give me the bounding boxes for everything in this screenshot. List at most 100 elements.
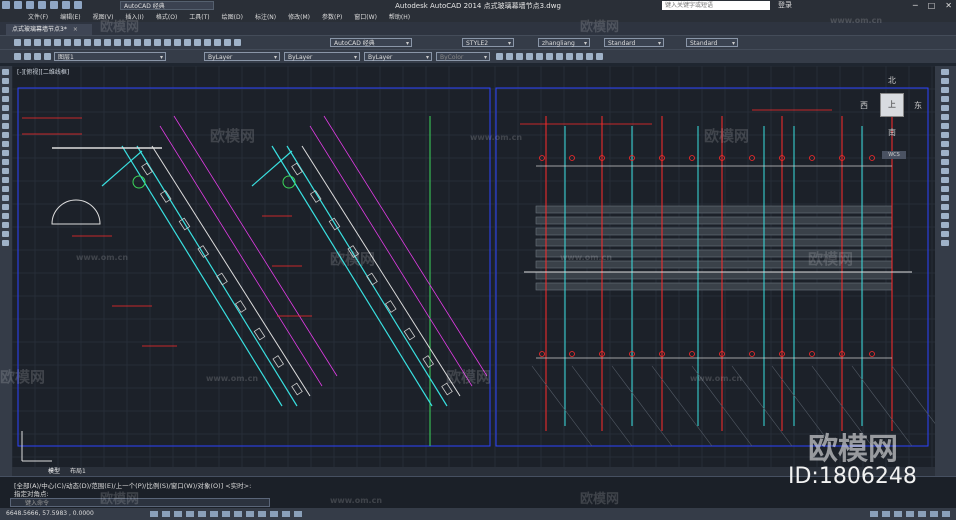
linetype-select[interactable]: ByLayer <box>284 52 360 62</box>
sheet-set-icon[interactable] <box>204 39 211 46</box>
login-button[interactable]: 登录 <box>778 0 792 11</box>
group-icon[interactable] <box>566 53 573 60</box>
zoom-icon[interactable] <box>144 39 151 46</box>
quick-props-icon[interactable] <box>282 511 290 517</box>
help-icon[interactable] <box>234 39 241 46</box>
document-tab[interactable]: 点式玻璃幕墙节点3* × <box>6 24 92 35</box>
search-input[interactable]: 键入关键字或短语 <box>662 1 770 10</box>
sun-icon[interactable] <box>44 53 51 60</box>
viewcube-face[interactable]: 上 <box>880 93 904 117</box>
revcloud-icon[interactable] <box>2 132 9 138</box>
workspace-select[interactable]: AutoCAD 经典 <box>330 38 412 48</box>
move-icon[interactable] <box>941 114 949 120</box>
zoom-icon[interactable] <box>941 240 949 246</box>
close-icon[interactable]: ✕ <box>945 0 952 11</box>
polygon-icon[interactable] <box>2 96 9 102</box>
table-style-select[interactable]: Standard <box>604 38 664 48</box>
menu-item-7[interactable]: 标注(N) <box>255 12 276 21</box>
workspace-icon[interactable] <box>906 511 914 517</box>
insert-block-icon[interactable] <box>2 168 9 174</box>
otrack-icon[interactable] <box>222 511 230 517</box>
stretch-icon[interactable] <box>941 141 949 147</box>
insert-icon[interactable] <box>596 53 603 60</box>
mtext-icon[interactable] <box>2 231 9 237</box>
layer-state-icon[interactable] <box>24 53 31 60</box>
calculator-icon[interactable] <box>224 39 231 46</box>
menu-item-6[interactable]: 绘图(D) <box>222 12 243 21</box>
break-point-icon[interactable] <box>941 168 949 174</box>
new-icon[interactable] <box>14 39 21 46</box>
chamfer-icon[interactable] <box>941 195 949 201</box>
preview-icon[interactable] <box>54 39 61 46</box>
paste-icon[interactable] <box>94 39 101 46</box>
ellipse-icon[interactable] <box>2 150 9 156</box>
transparency-icon[interactable] <box>270 511 278 517</box>
menu-item-9[interactable]: 参数(P) <box>322 12 342 21</box>
zoom-window-icon[interactable] <box>154 39 161 46</box>
text-style-select[interactable]: STYLE2 <box>462 38 514 48</box>
dyn-icon[interactable] <box>246 511 254 517</box>
erase-icon[interactable] <box>941 69 949 75</box>
viewcube[interactable]: 北 西 东 南 上 <box>860 75 922 139</box>
grid-icon[interactable] <box>162 511 170 517</box>
ducs-icon[interactable] <box>234 511 242 517</box>
array-icon[interactable] <box>941 105 949 111</box>
rectangle-icon[interactable] <box>2 105 9 111</box>
maximize-icon[interactable]: □ <box>928 0 936 11</box>
table-icon[interactable] <box>2 222 9 228</box>
minimize-icon[interactable]: ─ <box>913 0 918 11</box>
construction-line-icon[interactable] <box>2 78 9 84</box>
text-front-icon[interactable] <box>536 53 543 60</box>
open-icon[interactable] <box>24 39 31 46</box>
save-icon[interactable] <box>34 39 41 46</box>
trim-icon[interactable] <box>941 150 949 156</box>
send-under-icon[interactable] <box>526 53 533 60</box>
properties-icon[interactable] <box>174 39 181 46</box>
selection-cycling-icon[interactable] <box>294 511 302 517</box>
multileader-style-select[interactable]: Standard <box>686 38 738 48</box>
make-block-icon[interactable] <box>2 177 9 183</box>
lineweight-icon[interactable] <box>258 511 266 517</box>
point-icon[interactable] <box>2 186 9 192</box>
bring-above-icon[interactable] <box>516 53 523 60</box>
pan-icon[interactable] <box>941 231 949 237</box>
markup-icon[interactable] <box>214 39 221 46</box>
match-properties-icon[interactable] <box>104 39 111 46</box>
menu-item-0[interactable]: 文件(F) <box>28 12 48 21</box>
hatch-icon[interactable] <box>2 195 9 201</box>
ucs-menu[interactable]: WCS <box>882 151 906 159</box>
menu-item-4[interactable]: 格式(O) <box>156 12 177 21</box>
annotation-scale-icon[interactable] <box>894 511 902 517</box>
lineweight-select[interactable]: ByLayer <box>364 52 432 62</box>
tab-model[interactable]: 模型 <box>48 467 60 476</box>
plotstyle-select[interactable]: ByColor <box>436 52 490 62</box>
model-icon[interactable] <box>870 511 878 517</box>
ungroup-icon[interactable] <box>576 53 583 60</box>
pan-icon[interactable] <box>134 39 141 46</box>
fullscreen-icon[interactable] <box>942 511 950 517</box>
blend-icon[interactable] <box>941 213 949 219</box>
rotate-icon[interactable] <box>941 123 949 129</box>
plot-icon[interactable] <box>44 39 51 46</box>
publish-icon[interactable] <box>64 39 71 46</box>
menu-item-5[interactable]: 工具(T) <box>189 12 209 21</box>
line-icon[interactable] <box>2 69 9 75</box>
lock-icon[interactable] <box>918 511 926 517</box>
cut-icon[interactable] <box>74 39 81 46</box>
dim-style-select[interactable]: zhangliang <box>538 38 590 48</box>
bring-front-icon[interactable] <box>496 53 503 60</box>
copy-icon[interactable] <box>84 39 91 46</box>
circle-icon[interactable] <box>2 123 9 129</box>
redo-icon[interactable] <box>124 39 131 46</box>
block-icon[interactable] <box>586 53 593 60</box>
add-selected-icon[interactable] <box>2 240 9 246</box>
offset-icon[interactable] <box>941 96 949 102</box>
gradient-icon[interactable] <box>2 204 9 210</box>
extend-icon[interactable] <box>941 159 949 165</box>
menu-item-1[interactable]: 编辑(E) <box>60 12 80 21</box>
mirror-icon[interactable] <box>941 87 949 93</box>
polar-icon[interactable] <box>186 511 194 517</box>
hatch-back-icon[interactable] <box>556 53 563 60</box>
zoom-previous-icon[interactable] <box>164 39 171 46</box>
arc-icon[interactable] <box>2 114 9 120</box>
